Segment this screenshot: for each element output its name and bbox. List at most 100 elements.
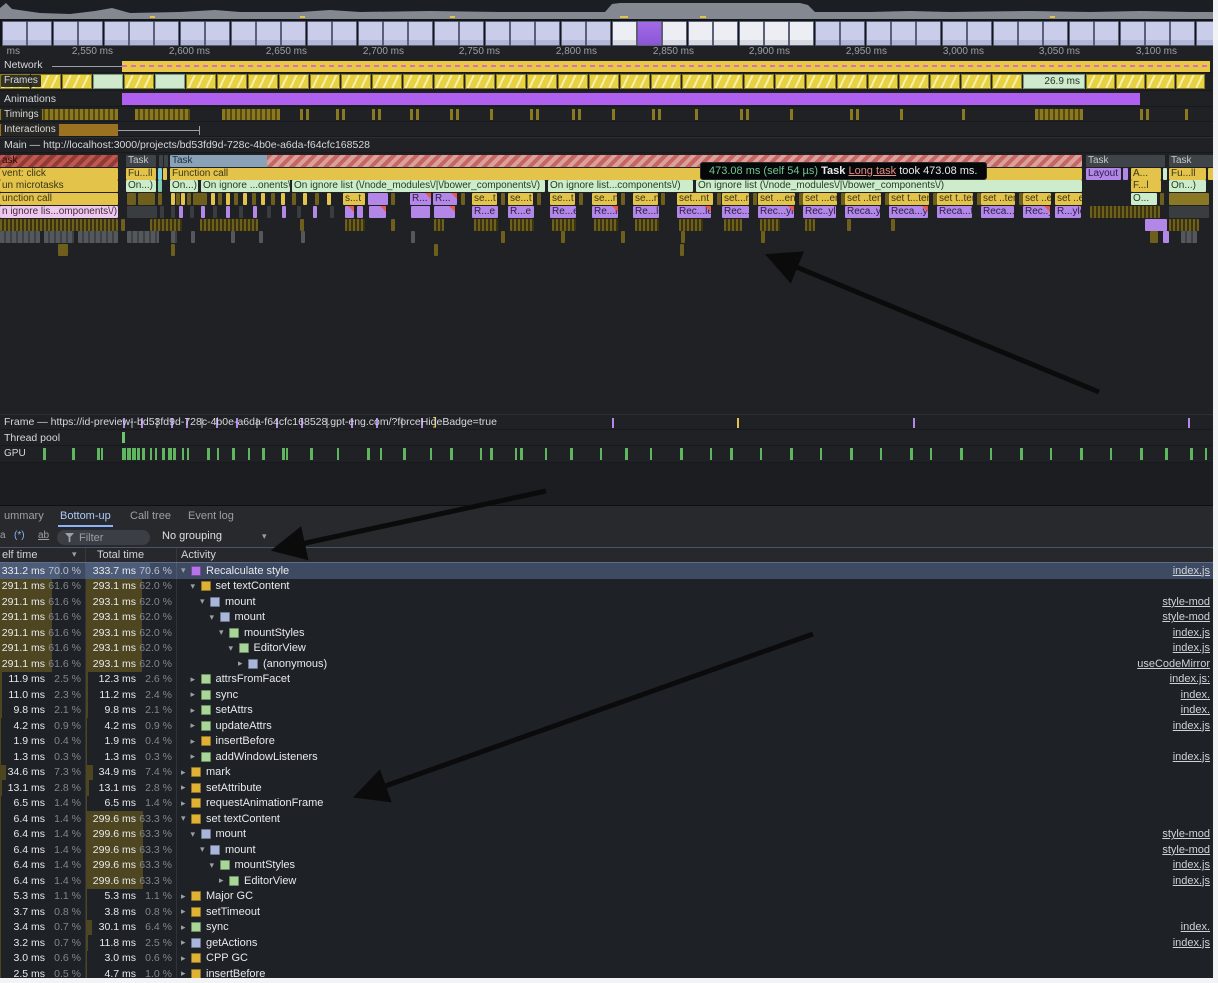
- film-thumbnail[interactable]: [408, 21, 433, 46]
- flame-bar-fragment[interactable]: [357, 206, 363, 218]
- flame-bar-fragment[interactable]: [501, 231, 505, 243]
- flame-bar-fragment[interactable]: [391, 193, 395, 205]
- source-link[interactable]: index.: [1181, 704, 1210, 716]
- tab-call-tree[interactable]: Call tree: [128, 506, 173, 527]
- flame-bar[interactable]: Fu...ll: [1169, 168, 1206, 180]
- flame-chart[interactable]: askTaskTaskTaskTaskvent: clickFu...llFun…: [0, 153, 1218, 414]
- flame-bar[interactable]: set t...tent: [889, 193, 929, 205]
- film-thumbnail[interactable]: [916, 21, 941, 46]
- flame-bar-fragment[interactable]: [0, 231, 40, 243]
- flame-bar[interactable]: On ignore list (\/node_modules\/|\/bower…: [696, 180, 1082, 192]
- flame-bar-fragment[interactable]: [282, 206, 286, 218]
- timing-marker[interactable]: [306, 109, 309, 120]
- flame-bar-fragment[interactable]: [561, 231, 565, 243]
- source-link[interactable]: index.js: [1173, 642, 1210, 654]
- flame-bar[interactable]: set ...ent: [758, 193, 795, 205]
- table-row[interactable]: 3.2 ms0.7 %11.8 ms2.5 %▸getActionsindex.…: [0, 935, 1218, 951]
- film-thumbnail[interactable]: [942, 21, 967, 46]
- timing-marker[interactable]: [900, 109, 903, 120]
- flame-bar[interactable]: Reca...yle: [981, 206, 1014, 218]
- frames-segment[interactable]: [279, 74, 309, 89]
- film-thumbnail[interactable]: [866, 21, 891, 46]
- table-row[interactable]: 13.1 ms2.8 %13.1 ms2.8 %▸setAttribute: [0, 780, 1218, 796]
- table-row[interactable]: 6.4 ms1.4 %299.6 ms63.3 %▾mountstyle-mod: [0, 842, 1218, 858]
- table-row[interactable]: 291.1 ms61.6 %293.1 ms62.0 %▾EditorViewi…: [0, 641, 1218, 657]
- frames-segment[interactable]: [248, 74, 278, 89]
- flame-bar-fragment[interactable]: [434, 206, 455, 218]
- flame-bar-fragment[interactable]: [239, 206, 243, 218]
- flame-bar-fragment[interactable]: [368, 193, 388, 205]
- frames-segment[interactable]: [837, 74, 867, 89]
- disclosure-triangle-icon[interactable]: ▸: [181, 937, 191, 948]
- flame-bar-fragment[interactable]: [191, 231, 195, 243]
- table-row[interactable]: 11.0 ms2.3 %11.2 ms2.4 %▸syncindex.: [0, 687, 1218, 703]
- film-thumbnail[interactable]: [281, 21, 306, 46]
- flame-bar-fragment[interactable]: [193, 193, 207, 205]
- film-thumbnail[interactable]: [129, 21, 154, 46]
- track-animations[interactable]: Animations: [0, 91, 1218, 107]
- source-link[interactable]: index.js:: [1170, 673, 1210, 685]
- film-thumbnail[interactable]: [78, 21, 103, 46]
- match-whole-word-icon[interactable]: ab: [38, 530, 49, 541]
- bottom-up-table[interactable]: 331.2 ms70.0 %333.7 ms70.6 %▾Recalculate…: [0, 563, 1218, 983]
- frames-segment[interactable]: [744, 74, 774, 89]
- timing-marker[interactable]: [572, 109, 575, 120]
- film-thumbnail[interactable]: [840, 21, 865, 46]
- table-row[interactable]: 291.1 ms61.6 %293.1 ms62.0 %▾mountstyle-…: [0, 610, 1218, 626]
- source-link[interactable]: index.: [1181, 689, 1210, 701]
- table-row[interactable]: 9.8 ms2.1 %9.8 ms2.1 %▸setAttrsindex.: [0, 703, 1218, 719]
- flame-bar-fragment[interactable]: [1160, 193, 1164, 205]
- flame-bar-fragment[interactable]: [805, 219, 815, 231]
- film-thumbnail[interactable]: [1170, 21, 1195, 46]
- disclosure-triangle-icon[interactable]: ▾: [191, 581, 201, 592]
- flame-bar[interactable]: s...t: [343, 193, 365, 205]
- flame-bar-fragment[interactable]: [1169, 193, 1209, 205]
- flame-bar-fragment[interactable]: [158, 180, 162, 192]
- flame-bar-fragment[interactable]: [891, 219, 895, 231]
- flame-bar[interactable]: Layout: [1086, 168, 1121, 180]
- film-thumbnail[interactable]: [1094, 21, 1119, 46]
- film-thumbnail[interactable]: [459, 21, 484, 46]
- flame-bar[interactable]: se...t: [550, 193, 575, 205]
- flame-bar-fragment[interactable]: [201, 206, 205, 218]
- flame-bar-fragment[interactable]: [259, 231, 263, 243]
- table-row[interactable]: 6.5 ms1.4 %6.5 ms1.4 %▸requestAnimationF…: [0, 796, 1218, 812]
- timing-marker[interactable]: [746, 109, 749, 120]
- flame-bar[interactable]: Reca..yle: [845, 206, 880, 218]
- disclosure-triangle-icon[interactable]: ▾: [200, 596, 210, 607]
- film-thumbnail[interactable]: [815, 21, 840, 46]
- frames-segment[interactable]: [961, 74, 991, 89]
- flame-bar[interactable]: set ..tent: [845, 193, 881, 205]
- flame-bar-fragment[interactable]: [121, 219, 125, 231]
- film-thumbnail[interactable]: [104, 21, 129, 46]
- film-thumbnail[interactable]: [662, 21, 687, 46]
- film-thumbnail[interactable]: [789, 21, 814, 46]
- disclosure-triangle-icon[interactable]: ▸: [191, 751, 201, 762]
- tab-bottom-up[interactable]: Bottom-up: [58, 506, 113, 527]
- source-link[interactable]: index.js: [1173, 859, 1210, 871]
- flame-bar-fragment[interactable]: [1181, 231, 1197, 243]
- flame-bar-fragment[interactable]: [345, 219, 365, 231]
- disclosure-triangle-icon[interactable]: ▸: [191, 736, 201, 747]
- flame-bar[interactable]: set ..ent: [1055, 193, 1082, 205]
- table-row[interactable]: 11.9 ms2.5 %12.3 ms2.6 %▸attrsFromFaceti…: [0, 672, 1218, 688]
- timing-marker[interactable]: [490, 109, 493, 120]
- film-thumbnail[interactable]: [1120, 21, 1145, 46]
- flame-bar-fragment[interactable]: [635, 219, 659, 231]
- flame-bar[interactable]: Rec..yle: [803, 206, 836, 218]
- film-thumbnail[interactable]: [764, 21, 789, 46]
- disclosure-triangle-icon[interactable]: ▾: [181, 565, 191, 576]
- flame-bar-fragment[interactable]: [501, 193, 505, 205]
- tab-ummary[interactable]: ummary: [2, 506, 46, 527]
- film-thumbnail[interactable]: [307, 21, 332, 46]
- source-link[interactable]: style-mod: [1162, 611, 1210, 623]
- timing-marker[interactable]: [530, 109, 533, 120]
- film-thumbnail[interactable]: [1145, 21, 1170, 46]
- flame-bar-fragment[interactable]: [1163, 231, 1169, 243]
- timing-marker[interactable]: [1140, 109, 1143, 120]
- film-thumbnail[interactable]: [358, 21, 383, 46]
- flame-bar[interactable]: Rec...yle: [758, 206, 794, 218]
- source-link[interactable]: style-mod: [1162, 828, 1210, 840]
- flame-bar[interactable]: On ignore ...onents\/): [201, 180, 290, 192]
- table-row[interactable]: 5.3 ms1.1 %5.3 ms1.1 %▸Major GC: [0, 889, 1218, 905]
